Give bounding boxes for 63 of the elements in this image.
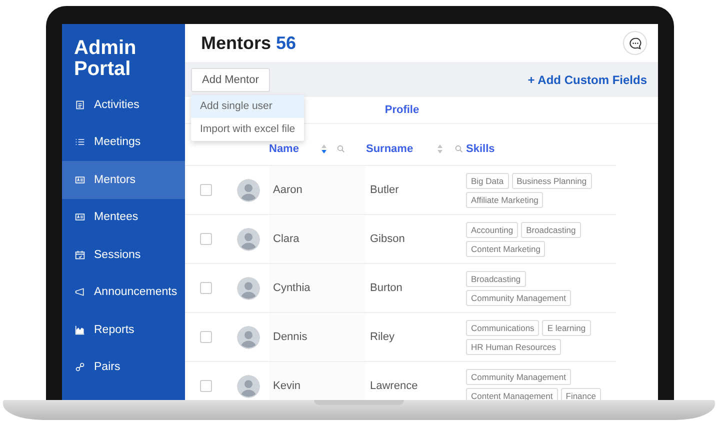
column-header[interactable]: Skills — [466, 143, 495, 155]
page-title: Mentors 56 — [201, 32, 296, 54]
skill-tag: Broadcasting — [521, 222, 581, 238]
row-checkbox[interactable] — [200, 380, 212, 392]
surname-cell: Gibson — [370, 233, 405, 245]
skill-tag: Affiliate Marketing — [466, 192, 544, 208]
surname-cell: Riley — [370, 331, 394, 343]
add-mentor-button[interactable]: Add Mentor — [191, 68, 270, 92]
id-card-icon — [75, 174, 85, 185]
surname-cell: Butler — [370, 184, 399, 196]
row-checkbox[interactable] — [200, 184, 212, 196]
skill-tag: Community Management — [466, 290, 571, 306]
portal-title: Admin Portal — [73, 36, 138, 82]
avatar-placeholder — [236, 326, 260, 348]
sidebar-item[interactable]: Meetings — [62, 124, 185, 161]
skill-tag: HR Human Resources — [466, 338, 562, 354]
chat-bubble-icon — [628, 36, 642, 50]
skill-tag: Community Management — [466, 368, 571, 384]
first-name-cell: Aaron — [273, 184, 302, 196]
first-name-cell: Clara — [273, 233, 300, 245]
sidebar-item[interactable]: Announcements — [62, 274, 185, 311]
skill-tag: Business Planning — [512, 172, 592, 188]
search-icon[interactable] — [455, 145, 464, 153]
column-group-header: Profile — [384, 104, 420, 116]
row-checkbox[interactable] — [200, 331, 212, 343]
add-custom-fields-link[interactable]: + Add Custom Fields — [528, 72, 647, 86]
megaphone-icon — [75, 287, 85, 298]
avatar-placeholder — [236, 276, 260, 300]
sort-icon[interactable] — [320, 144, 327, 154]
document-icon — [75, 100, 85, 110]
sidebar-item[interactable]: Reports — [62, 311, 185, 348]
sidebar-item[interactable]: Pairs — [62, 348, 185, 386]
avatar-placeholder — [236, 228, 260, 250]
skill-tag: E learning — [542, 320, 591, 336]
menu-item[interactable]: Import with excel file — [191, 118, 304, 141]
first-name-cell: Kevin — [273, 380, 301, 392]
first-name-cell: Dennis — [273, 331, 308, 343]
surname-cell: Lawrence — [370, 380, 418, 392]
first-name-cell: Cynthia — [273, 282, 310, 294]
sidebar-item[interactable]: Activities — [62, 86, 185, 124]
list-icon — [75, 137, 85, 148]
menu-item[interactable]: Add single user — [191, 95, 304, 118]
skill-tag: Accounting — [466, 222, 518, 238]
column-header[interactable]: Surname — [366, 143, 414, 155]
skill-tag: Big Data — [466, 172, 509, 188]
chart-icon — [75, 324, 85, 335]
link-icon — [75, 362, 85, 372]
skill-tag: Broadcasting — [466, 270, 526, 286]
row-checkbox[interactable] — [200, 282, 212, 294]
sidebar-item[interactable]: Mentors — [62, 161, 185, 198]
skill-tag: Content Marketing — [466, 240, 546, 256]
sidebar-item[interactable]: Mentees — [62, 198, 185, 236]
chat-button[interactable] — [623, 31, 647, 55]
avatar-placeholder — [236, 178, 260, 202]
id-card-icon — [75, 212, 85, 222]
calendar-icon — [75, 250, 85, 260]
row-checkbox[interactable] — [200, 233, 212, 245]
skill-tag: Communications — [466, 320, 540, 336]
avatar-placeholder — [236, 374, 260, 398]
sidebar-item[interactable]: Sessions — [62, 236, 185, 274]
surname-cell: Burton — [370, 282, 402, 294]
search-icon[interactable] — [336, 145, 345, 153]
column-header[interactable]: Name — [269, 143, 299, 155]
